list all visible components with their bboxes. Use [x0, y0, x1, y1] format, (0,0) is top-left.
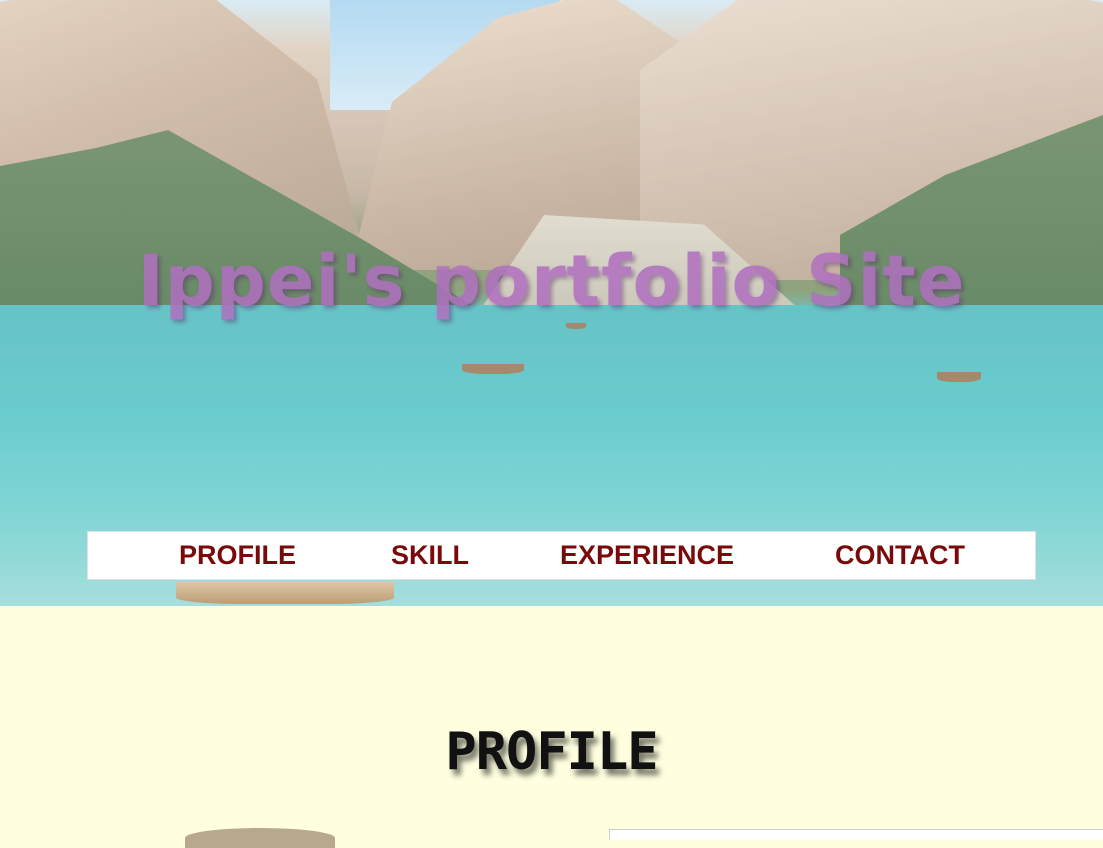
nav-item-contact[interactable]: CONTACT — [835, 532, 965, 579]
main-nav: PROFILE SKILL EXPERIENCE CONTACT — [87, 531, 1036, 580]
profile-card — [609, 829, 1103, 840]
nav-item-profile[interactable]: PROFILE — [179, 532, 296, 579]
nav-item-experience[interactable]: EXPERIENCE — [560, 532, 734, 579]
profile-section-title: PROFILE — [445, 722, 658, 782]
hero-banner: Ippei's portfolio Site PROFILE SKILL EXP… — [0, 0, 1103, 606]
profile-photo — [185, 828, 335, 848]
nav-item-skill[interactable]: SKILL — [391, 532, 469, 579]
site-title: Ippei's portfolio Site — [137, 240, 966, 322]
